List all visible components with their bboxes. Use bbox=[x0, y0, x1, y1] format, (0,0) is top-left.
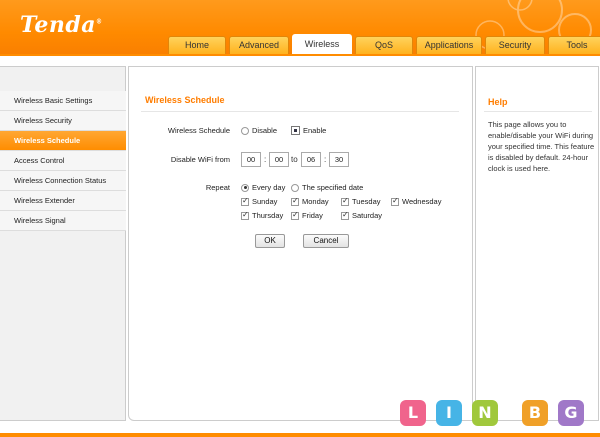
schedule-label: Wireless Schedule bbox=[167, 126, 230, 135]
schedule-disable-label: Disable bbox=[252, 126, 278, 135]
sidebar: Wireless Basic Settings Wireless Securit… bbox=[0, 66, 126, 421]
schedule-disable-radio[interactable] bbox=[241, 126, 249, 135]
day-friday[interactable]: Friday bbox=[291, 210, 323, 220]
watermark-letter-l: L bbox=[400, 400, 426, 426]
help-panel: Help This page allows you to enable/disa… bbox=[475, 66, 599, 421]
sidebar-item-wireless-basic-settings[interactable]: Wireless Basic Settings bbox=[0, 91, 126, 111]
saturday-label: Saturday bbox=[352, 211, 383, 220]
every-day-label: Every day bbox=[252, 183, 286, 192]
to-hour-input[interactable]: 06 bbox=[301, 152, 321, 167]
tab-qos[interactable]: QoS bbox=[355, 36, 413, 54]
from-colon: : bbox=[264, 155, 267, 164]
friday-checkbox[interactable] bbox=[291, 210, 299, 220]
tab-security[interactable]: Security bbox=[485, 36, 545, 54]
main-panel: Wireless Schedule Wireless Schedule Disa… bbox=[128, 66, 473, 421]
to-colon: : bbox=[324, 155, 327, 164]
schedule-enable-label: Enable bbox=[303, 126, 327, 135]
sidebar-item-access-control[interactable]: Access Control bbox=[0, 151, 126, 171]
schedule-enable-option[interactable]: Enable bbox=[291, 126, 326, 135]
sidebar-item-wireless-schedule[interactable]: Wireless Schedule bbox=[0, 131, 126, 151]
disable-time-label: Disable WiFi from bbox=[170, 155, 230, 164]
cancel-button[interactable]: Cancel bbox=[303, 234, 349, 248]
saturday-checkbox[interactable] bbox=[341, 210, 349, 220]
tab-wireless[interactable]: Wireless bbox=[292, 34, 352, 54]
repeat-specified-date-option[interactable]: The specified date bbox=[291, 183, 363, 192]
tab-advanced[interactable]: Advanced bbox=[229, 36, 289, 54]
day-wednesday[interactable]: Wednesday bbox=[391, 196, 442, 206]
watermark-letter-n: N bbox=[472, 400, 498, 426]
header-bar: Tenda® Home Advanced Wireless QoS Applic… bbox=[0, 0, 600, 55]
sunday-label: Sunday bbox=[252, 197, 278, 206]
day-thursday[interactable]: Thursday bbox=[241, 210, 284, 220]
title-divider bbox=[141, 111, 459, 112]
schedule-enable-radio[interactable] bbox=[291, 126, 300, 135]
day-sunday[interactable]: Sunday bbox=[241, 196, 278, 206]
from-minute-input[interactable]: 00 bbox=[269, 152, 289, 167]
tab-home[interactable]: Home bbox=[168, 36, 226, 54]
header-divider bbox=[0, 54, 600, 56]
sidebar-item-wireless-connection-status[interactable]: Wireless Connection Status bbox=[0, 171, 126, 191]
sidebar-item-wireless-signal[interactable]: Wireless Signal bbox=[0, 211, 126, 231]
ok-button[interactable]: OK bbox=[255, 234, 285, 248]
monday-checkbox[interactable] bbox=[291, 196, 299, 206]
watermark-letter-b: B bbox=[522, 400, 548, 426]
tab-tools[interactable]: Tools bbox=[548, 36, 600, 54]
tenda-logo: Tenda® bbox=[20, 12, 103, 38]
monday-label: Monday bbox=[302, 197, 329, 206]
day-tuesday[interactable]: Tuesday bbox=[341, 196, 381, 206]
thursday-label: Thursday bbox=[252, 211, 284, 220]
sidebar-item-wireless-extender[interactable]: Wireless Extender bbox=[0, 191, 126, 211]
schedule-disable-option[interactable]: Disable bbox=[241, 126, 277, 135]
watermark-letter-i: I bbox=[436, 400, 462, 426]
repeat-every-day-option[interactable]: Every day bbox=[241, 183, 285, 192]
day-monday[interactable]: Monday bbox=[291, 196, 329, 206]
tuesday-checkbox[interactable] bbox=[341, 196, 349, 206]
sidebar-item-wireless-security[interactable]: Wireless Security bbox=[0, 111, 126, 131]
page-title: Wireless Schedule bbox=[145, 95, 225, 105]
sunday-checkbox[interactable] bbox=[241, 196, 249, 206]
specified-date-label: The specified date bbox=[302, 183, 364, 192]
wednesday-label: Wednesday bbox=[402, 197, 442, 206]
thursday-checkbox[interactable] bbox=[241, 210, 249, 220]
footer-divider bbox=[0, 433, 600, 437]
tuesday-label: Tuesday bbox=[352, 197, 381, 206]
repeat-label: Repeat bbox=[205, 183, 230, 192]
wednesday-checkbox[interactable] bbox=[391, 196, 399, 206]
tab-applications[interactable]: Applications bbox=[416, 36, 482, 54]
to-label: to bbox=[291, 155, 298, 164]
specified-date-radio[interactable] bbox=[291, 183, 299, 192]
help-divider bbox=[484, 111, 592, 112]
main-tabs: Home Advanced Wireless QoS Applications … bbox=[168, 34, 600, 54]
help-text: This page allows you to enable/disable y… bbox=[488, 120, 595, 173]
watermark-letter-g: G bbox=[558, 400, 584, 426]
every-day-radio[interactable] bbox=[241, 183, 249, 192]
day-saturday[interactable]: Saturday bbox=[341, 210, 383, 220]
from-hour-input[interactable]: 00 bbox=[241, 152, 261, 167]
friday-label: Friday bbox=[302, 211, 323, 220]
help-title: Help bbox=[488, 97, 508, 107]
to-minute-input[interactable]: 30 bbox=[329, 152, 349, 167]
